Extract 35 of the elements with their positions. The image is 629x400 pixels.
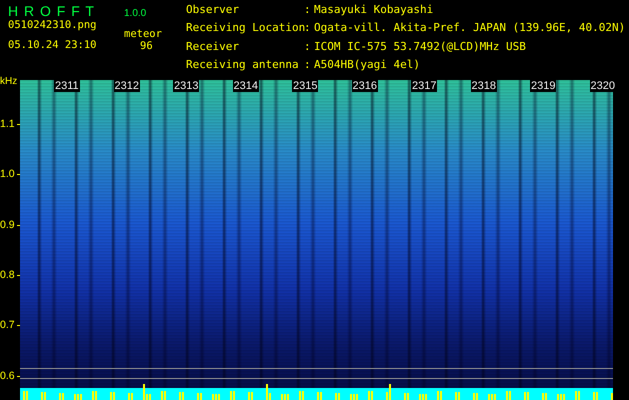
frequency-label: 1.0 xyxy=(0,168,15,180)
time-label: 2311 xyxy=(54,80,80,92)
frequency-label: 0.6 xyxy=(0,370,15,382)
axis-unit: kHz xyxy=(0,76,18,87)
time-label: 2313 xyxy=(173,80,200,92)
field-value: Ogata-vill. Akita-Pref. JAPAN (139.96E, 40.02N) xyxy=(314,21,626,36)
version-label: 1.0.0 xyxy=(124,8,146,19)
meteor-label: meteor xyxy=(124,28,162,40)
time-label: 2317 xyxy=(411,80,438,92)
frequency-label: 1.1 xyxy=(0,118,15,130)
field-value: ICOM IC-575 53.7492(@LCD)MHz USB xyxy=(314,40,527,54)
field-label: Receiver xyxy=(186,40,240,54)
time-label: 2320 xyxy=(590,80,616,92)
field-label: Receiving Location xyxy=(186,21,304,36)
time-label: 2318 xyxy=(470,80,497,92)
time-label: 2319 xyxy=(530,80,556,92)
time-label: 2316 xyxy=(352,80,378,92)
separator: : xyxy=(304,21,312,36)
meteor-count: 96 xyxy=(140,40,153,52)
field-label: Observer xyxy=(186,3,240,18)
field-value: Masayuki Kobayashi xyxy=(314,3,434,18)
frequency-label: 0.7 xyxy=(0,319,15,332)
separator: : xyxy=(304,58,312,73)
file-name: 0510242310.png xyxy=(8,19,97,31)
separator: : xyxy=(304,40,312,54)
time-label: 2312 xyxy=(114,80,140,92)
frequency-label: 0.9 xyxy=(0,218,15,231)
app-title: H R O F F T xyxy=(8,3,96,19)
field-label: Receiving antenna xyxy=(186,58,300,73)
field-value: A504HB(yagi 4el) xyxy=(314,58,421,73)
date-time: 05.10.24 23:10 xyxy=(8,39,97,53)
separator: : xyxy=(304,3,312,18)
time-label: 2314 xyxy=(232,80,259,92)
time-label: 2315 xyxy=(292,80,318,92)
frequency-label: 0.8 xyxy=(0,268,15,281)
